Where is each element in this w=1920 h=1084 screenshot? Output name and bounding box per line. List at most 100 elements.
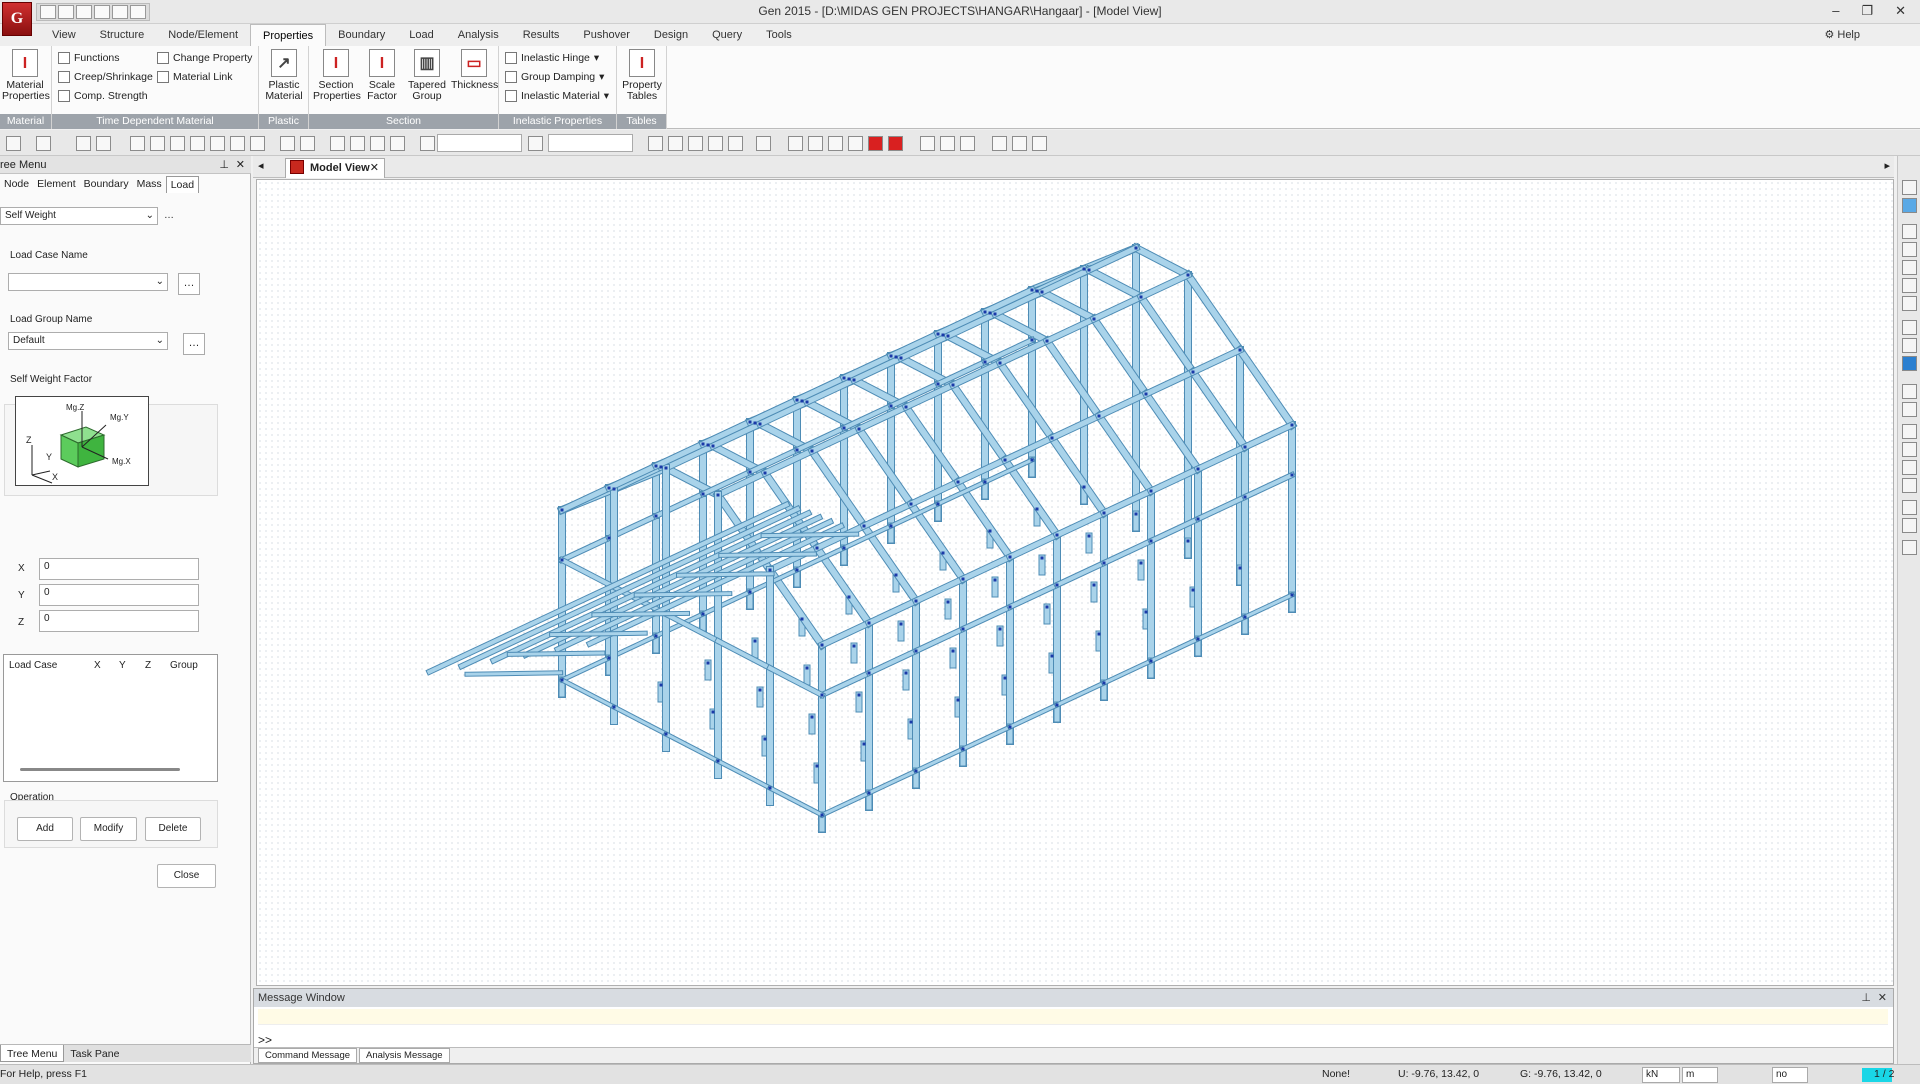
group-damping-button[interactable]: Group Damping ▾ bbox=[505, 69, 604, 85]
select-plane-icon[interactable] bbox=[170, 136, 185, 151]
pin-icon[interactable]: ⊥ bbox=[219, 156, 229, 174]
distance-icon[interactable] bbox=[688, 136, 703, 151]
scroll-left-icon[interactable]: ◂ bbox=[258, 159, 264, 172]
unselect-all-icon[interactable] bbox=[300, 136, 315, 151]
mode-select[interactable]: no bbox=[1772, 1067, 1808, 1083]
right-view-icon[interactable] bbox=[1902, 442, 1917, 457]
tab-pushover[interactable]: Pushover bbox=[571, 24, 641, 46]
dynamic-view-icon[interactable] bbox=[1902, 356, 1917, 371]
load-group-select[interactable]: Default ⌄ bbox=[8, 332, 168, 350]
top-view-icon[interactable] bbox=[1902, 402, 1917, 417]
zoom-previous-icon[interactable] bbox=[1902, 296, 1917, 311]
tab-structure[interactable]: Structure bbox=[88, 24, 157, 46]
inactivate-icon[interactable] bbox=[350, 136, 365, 151]
rotate-icon[interactable] bbox=[1902, 338, 1917, 353]
tab-analysis-message[interactable]: Analysis Message bbox=[359, 1048, 450, 1063]
tab-load[interactable]: Load bbox=[397, 24, 445, 46]
snap-icon[interactable] bbox=[728, 136, 743, 151]
display-elements-icon[interactable] bbox=[940, 136, 955, 151]
x-factor-input[interactable]: 0 bbox=[39, 558, 199, 580]
tab-model-view[interactable]: Model View ✕ bbox=[285, 158, 385, 178]
functions-button[interactable]: Functions bbox=[58, 50, 120, 66]
display-options-icon[interactable] bbox=[992, 136, 1007, 151]
select-intersect-icon[interactable] bbox=[150, 136, 165, 151]
tab-tree-menu[interactable]: Tree Menu bbox=[0, 1045, 65, 1062]
tree-tab-load[interactable]: Load bbox=[165, 176, 200, 193]
more-icon[interactable]: … bbox=[164, 210, 174, 221]
tab-task-pane[interactable]: Task Pane bbox=[64, 1045, 125, 1062]
tree-tab-node[interactable]: Node bbox=[0, 176, 33, 193]
render-icon[interactable] bbox=[888, 136, 903, 151]
tab-command-message[interactable]: Command Message bbox=[258, 1048, 358, 1063]
close-button[interactable]: Close bbox=[157, 864, 216, 888]
help-button[interactable]: ⚙ Help bbox=[1824, 24, 1860, 46]
redo-icon[interactable] bbox=[36, 136, 51, 151]
modify-button[interactable]: Modify bbox=[80, 817, 137, 841]
filter-pointer-icon[interactable] bbox=[528, 136, 543, 151]
tab-view[interactable]: View bbox=[40, 24, 88, 46]
grid-icon[interactable] bbox=[708, 136, 723, 151]
activate-icon[interactable] bbox=[330, 136, 345, 151]
view-active-icon[interactable] bbox=[1902, 198, 1917, 213]
tree-tab-mass[interactable]: Mass bbox=[133, 176, 166, 193]
load-group-more-button[interactable]: … bbox=[183, 333, 205, 355]
tree-tab-boundary[interactable]: Boundary bbox=[80, 176, 133, 193]
load-case-more-button[interactable]: … bbox=[178, 273, 200, 295]
tab-tools[interactable]: Tools bbox=[754, 24, 804, 46]
horizontal-scrollbar[interactable] bbox=[20, 768, 180, 771]
shade-icon[interactable] bbox=[868, 136, 883, 151]
open-file-icon[interactable] bbox=[58, 5, 74, 19]
close-icon[interactable]: ✕ bbox=[1878, 989, 1887, 1007]
command-prompt[interactable]: >> bbox=[258, 1033, 272, 1047]
zoom-fit-icon[interactable] bbox=[1902, 242, 1917, 257]
material-properties-button[interactable]: I Material Properties bbox=[2, 49, 50, 102]
element-icon[interactable] bbox=[668, 136, 683, 151]
new-file-icon[interactable] bbox=[40, 5, 56, 19]
tapered-group-button[interactable]: ▥ Tapered Group bbox=[405, 49, 449, 102]
tree-tab-element[interactable]: Element bbox=[33, 176, 80, 193]
delete-button[interactable]: Delete bbox=[145, 817, 201, 841]
restore-button[interactable]: ❐ bbox=[1861, 3, 1873, 19]
z-factor-input[interactable]: 0 bbox=[39, 610, 199, 632]
pin-icon[interactable]: ⊥ bbox=[1861, 989, 1871, 1007]
property-tables-button[interactable]: I Property Tables bbox=[619, 49, 665, 102]
model-view-canvas[interactable] bbox=[256, 179, 1894, 986]
thickness-button[interactable]: ▭ Thickness bbox=[451, 49, 498, 91]
length-unit-select[interactable]: m bbox=[1682, 1067, 1718, 1083]
undo-icon[interactable] bbox=[6, 136, 21, 151]
scroll-right-icon[interactable]: ▸ bbox=[1884, 159, 1890, 172]
pan-icon[interactable] bbox=[1902, 320, 1917, 335]
zoom-fit-icon[interactable] bbox=[788, 136, 803, 151]
hidden-icon[interactable] bbox=[828, 136, 843, 151]
tab-results[interactable]: Results bbox=[511, 24, 572, 46]
tab-analysis[interactable]: Analysis bbox=[446, 24, 511, 46]
section-properties-button[interactable]: I Section Properties bbox=[313, 49, 361, 102]
select-all-icon[interactable] bbox=[230, 136, 245, 151]
select-icon[interactable] bbox=[76, 136, 91, 151]
select-volume-icon[interactable] bbox=[190, 136, 205, 151]
display-toggle-icon[interactable] bbox=[1902, 518, 1917, 533]
save-as-icon[interactable] bbox=[94, 5, 110, 19]
load-case-select[interactable]: ⌄ bbox=[8, 273, 168, 291]
view-grid-icon[interactable] bbox=[1902, 180, 1917, 195]
close-icon[interactable]: ✕ bbox=[236, 156, 245, 174]
properties-window-icon[interactable] bbox=[1902, 540, 1917, 555]
pan-icon[interactable] bbox=[808, 136, 823, 151]
zoom-out-icon[interactable] bbox=[1902, 278, 1917, 293]
front-view-icon[interactable] bbox=[1902, 424, 1917, 439]
active-identity-icon[interactable] bbox=[390, 136, 405, 151]
inelastic-material-button[interactable]: Inelastic Material ▾ bbox=[505, 88, 609, 104]
left-view-icon[interactable] bbox=[1902, 460, 1917, 475]
lock-icon[interactable] bbox=[1032, 136, 1047, 151]
angle-view-icon[interactable] bbox=[1902, 500, 1917, 515]
add-button[interactable]: Add bbox=[17, 817, 73, 841]
select-window-icon[interactable] bbox=[96, 136, 111, 151]
iso-view-icon[interactable] bbox=[1902, 384, 1917, 399]
active-all-icon[interactable] bbox=[370, 136, 385, 151]
material-link-button[interactable]: Material Link bbox=[157, 69, 233, 85]
select-polygon-icon[interactable] bbox=[130, 136, 145, 151]
load-type-select[interactable]: Self Weight ⌄ bbox=[0, 207, 158, 225]
app-logo[interactable]: G bbox=[2, 2, 32, 36]
shrink-icon[interactable] bbox=[848, 136, 863, 151]
identity-filter-select[interactable] bbox=[548, 134, 633, 152]
